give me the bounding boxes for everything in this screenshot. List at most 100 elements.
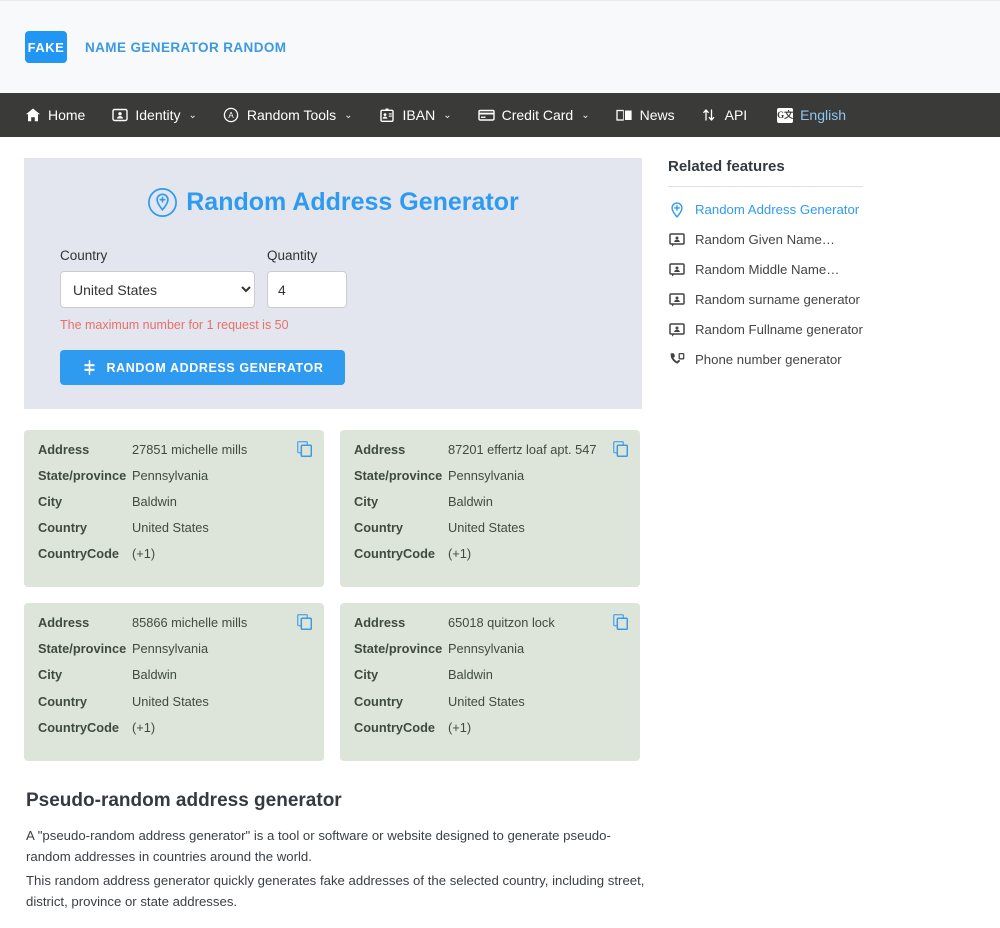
field-label-country: Country [38, 693, 88, 709]
address-field-country: Country United States [38, 521, 310, 535]
logo-badge[interactable]: FAKE [25, 31, 67, 63]
nav-item-home[interactable]: Home [24, 107, 85, 124]
article-paragraph-2: This random address generator quickly ge… [26, 872, 645, 909]
generator-form: Country United States Quantity [38, 248, 628, 308]
field-label-state: State/province [354, 468, 443, 484]
nav-item-news[interactable]: News [615, 107, 675, 124]
nav-item-identity[interactable]: Identity ⌄ [111, 107, 197, 124]
address-field-address: Address 65018 quitzon lock [354, 616, 626, 630]
field-value-city: Baldwin [448, 494, 493, 510]
sidebar-item-random-fullname-generator[interactable]: Random Fullname generator [668, 321, 1000, 338]
field-value-state: Pennsylvania [132, 641, 209, 657]
address-field-state: State/province Pennsylvania [38, 642, 310, 656]
nav-label-iban: IBAN [402, 107, 436, 123]
nav-item-api[interactable]: API [701, 107, 747, 124]
sidebar-item-random-surname-generator[interactable]: Random surname generator [668, 291, 1000, 308]
address-field-country-code: CountryCode (+1) [354, 547, 626, 561]
sidebar-item-label: Random Fullname generator [695, 322, 863, 337]
field-label-city: City [38, 494, 63, 510]
article-section: Pseudo-random address generator A "pseud… [26, 790, 646, 928]
language-label: English [800, 107, 846, 123]
map-pin-plus-circle-icon [147, 187, 178, 218]
main-navigation: Home Identity ⌄ A Random Tools ⌄ IBAN ⌄ … [0, 93, 1000, 137]
field-value-city: Baldwin [132, 667, 177, 683]
field-label-country-code: CountryCode [354, 719, 436, 735]
field-label-country: Country [354, 693, 404, 709]
field-value-country-code: (+1) [448, 546, 472, 562]
copy-icon[interactable] [296, 614, 313, 631]
site-header: FAKE NAME GENERATOR RANDOM [0, 0, 1000, 93]
sidebar-item-phone-number-generator[interactable]: Phone number generator [668, 351, 1000, 368]
quantity-label: Quantity [267, 248, 318, 263]
credit-card-icon [477, 107, 495, 124]
address-field-state: State/province Pennsylvania [354, 468, 626, 484]
person-card-icon [668, 291, 685, 308]
sidebar-item-random-given-name[interactable]: Random Given Name… [668, 231, 1000, 248]
address-field-address: Address 27851 michelle mills [38, 442, 310, 457]
field-label-address: Address [354, 615, 406, 631]
field-value-country-code: (+1) [132, 546, 156, 562]
nav-label-credit-card: Credit Card [501, 107, 574, 123]
field-label-country-code: CountryCode [354, 546, 436, 562]
generator-panel: Random Address Generator Country United … [24, 158, 642, 409]
nav-label-random-tools: Random Tools [246, 107, 337, 123]
field-label-city: City [354, 667, 379, 683]
copy-icon[interactable] [296, 440, 313, 458]
address-field-country: Country United States [38, 693, 310, 709]
field-value-country: United States [132, 693, 209, 709]
field-value-country: United States [448, 693, 525, 709]
circle-a-icon: A [223, 107, 240, 124]
field-label-country: Country [354, 520, 404, 536]
field-value-state: Pennsylvania [448, 468, 525, 484]
chevron-down-icon: ⌄ [188, 109, 197, 121]
field-label-address: Address [38, 615, 90, 631]
copy-icon[interactable] [612, 440, 629, 458]
person-card-icon [668, 261, 685, 278]
sidebar-item-random-address-generator[interactable]: Random Address Generator [668, 201, 1000, 218]
table-row: Address 87201 effertz loaf apt. 547 Stat… [340, 430, 640, 588]
field-value-address: 65018 quitzon lock [448, 615, 555, 631]
google-translate-icon: G文 [777, 107, 793, 123]
address-field-country: Country United States [354, 693, 626, 709]
nav-item-iban[interactable]: IBAN ⌄ [379, 107, 452, 124]
country-select[interactable]: United States [60, 271, 255, 308]
nav-item-credit-card[interactable]: Credit Card ⌄ [477, 107, 590, 124]
generate-address-button[interactable]: RANDOM ADDRESS GENERATOR [60, 350, 345, 385]
updown-arrows-icon [701, 107, 718, 124]
page-title: Random Address Generator [38, 187, 628, 218]
quantity-input[interactable] [267, 271, 347, 308]
phone-icon [668, 351, 685, 368]
address-field-country-code: CountryCode (+1) [354, 719, 626, 735]
map-pin-plus-icon [668, 201, 685, 218]
copy-icon[interactable] [612, 614, 629, 631]
page-body: Random Address Generator Country United … [0, 137, 1000, 928]
nav-item-random-tools[interactable]: A Random Tools ⌄ [223, 107, 353, 124]
country-label: Country [60, 248, 108, 263]
sidebar-item-label: Random Middle Name… [695, 262, 840, 277]
field-value-city: Baldwin [132, 494, 177, 510]
field-value-country: United States [448, 520, 525, 536]
table-row: Address 85866 michelle mills State/provi… [24, 603, 324, 761]
field-value-country-code: (+1) [132, 719, 156, 735]
sidebar-item-random-middle-name[interactable]: Random Middle Name… [668, 261, 1000, 278]
field-label-country: Country [38, 520, 88, 536]
field-label-state: State/province [354, 641, 443, 657]
home-icon [24, 107, 41, 124]
person-card-icon [668, 321, 685, 338]
address-field-address: Address 87201 effertz loaf apt. 547 [354, 442, 626, 457]
field-value-city: Baldwin [448, 667, 493, 683]
field-label-country-code: CountryCode [38, 546, 120, 562]
address-field-country-code: CountryCode (+1) [38, 547, 310, 561]
article-heading: Pseudo-random address generator [26, 789, 342, 811]
shuffle-slider-icon [82, 360, 97, 375]
related-features-sidebar: Related features Random Address Generato… [658, 158, 1000, 761]
language-selector[interactable]: G文 English [777, 107, 846, 123]
generate-button-label: RANDOM ADDRESS GENERATOR [106, 360, 324, 375]
address-field-country-code: CountryCode (+1) [38, 719, 310, 735]
quantity-field-group: Quantity [267, 248, 347, 308]
sidebar-title: Related features [668, 158, 785, 175]
field-label-country-code: CountryCode [38, 719, 120, 735]
brand-title[interactable]: NAME GENERATOR RANDOM [85, 40, 286, 55]
max-quantity-hint: The maximum number for 1 request is 50 [60, 318, 289, 332]
address-field-state: State/province Pennsylvania [354, 642, 626, 656]
